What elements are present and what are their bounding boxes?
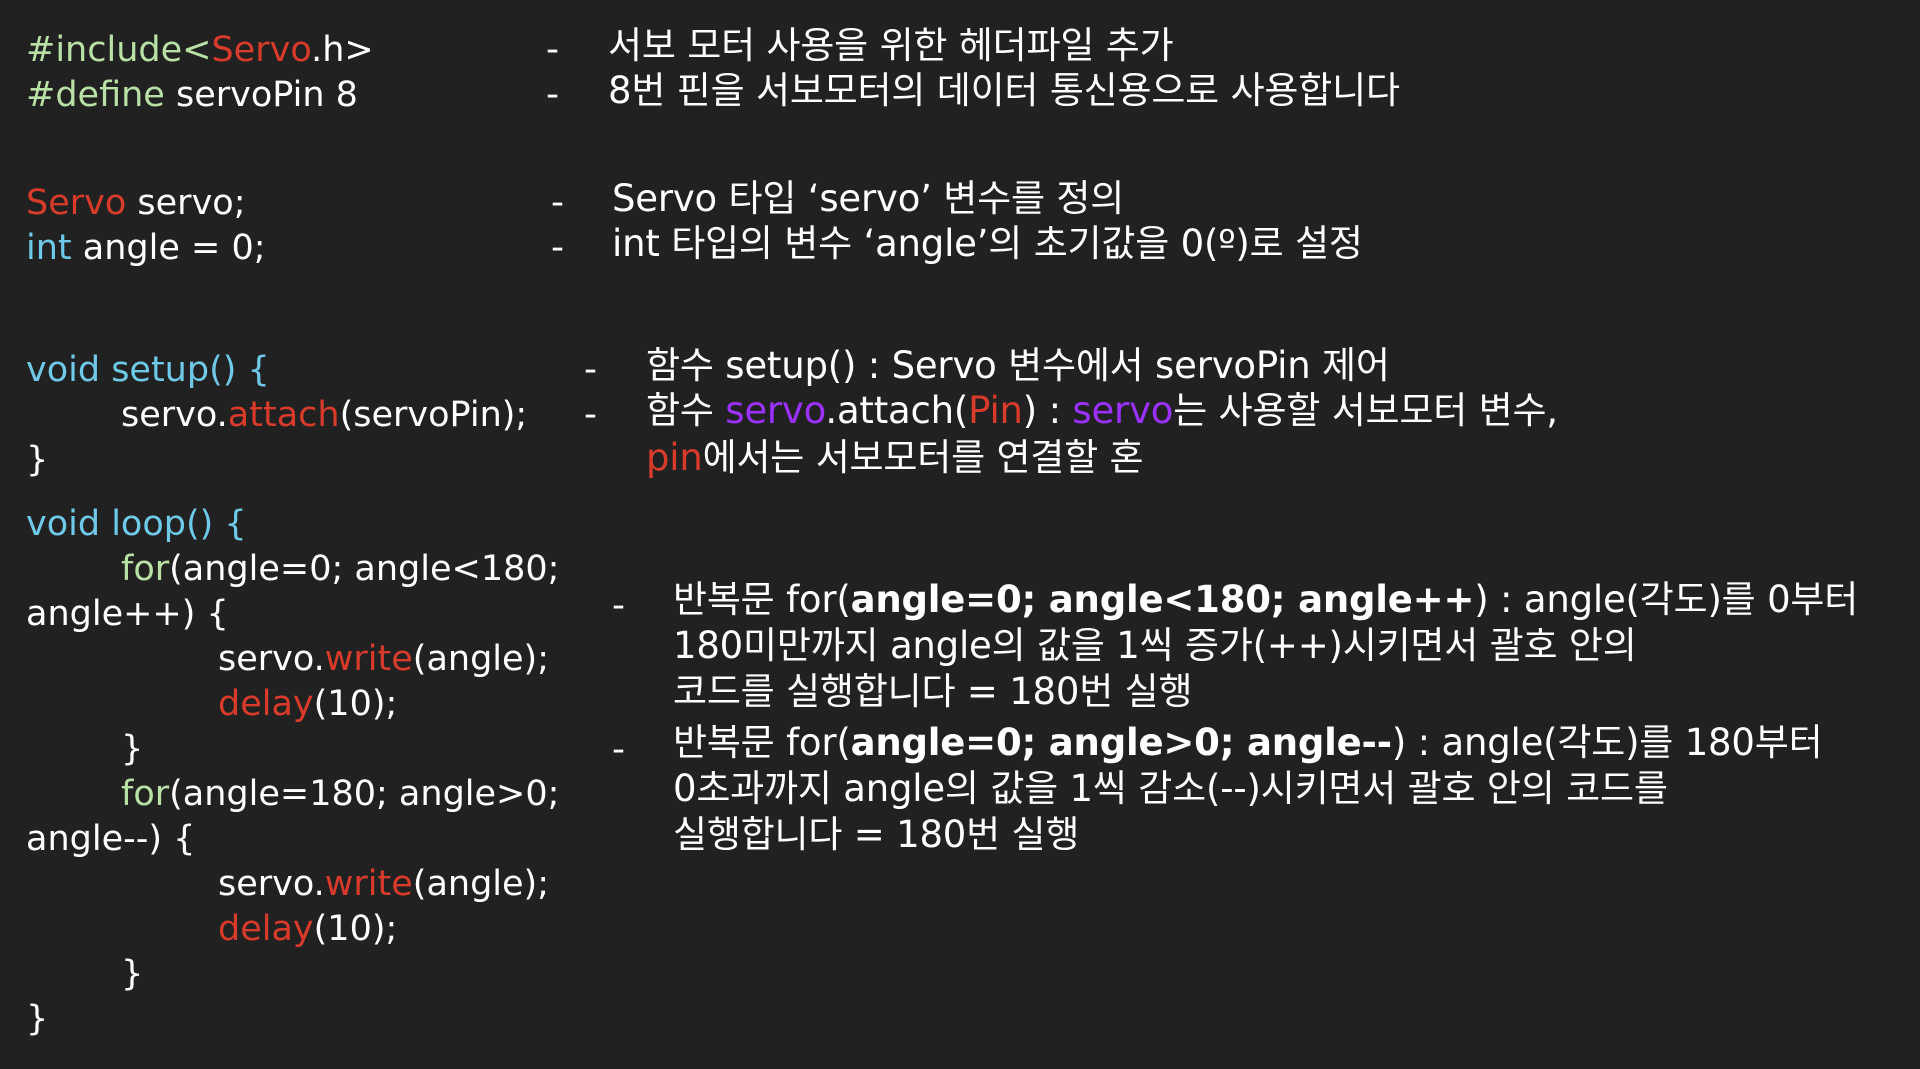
delay1-args: (10); xyxy=(313,684,398,724)
include-library: Servo xyxy=(211,30,312,70)
code-line-write1: servo.write(angle); xyxy=(218,637,549,681)
code-line-define: #define servoPin 8 xyxy=(26,73,358,117)
note-loop1-line3: 코드를 실행합니다 = 180번 실행 xyxy=(673,670,1193,714)
code-line-for1-close: } xyxy=(121,727,143,771)
note-angle: int 타입의 변수 ‘angle’의 초기값을 0(º)로 설정 xyxy=(612,222,1363,266)
note-attach-servo2: servo xyxy=(1072,389,1174,432)
note-attach-servo: servo xyxy=(725,389,826,432)
delay2-function: delay xyxy=(218,909,314,949)
note-attach-line2: pin에서는 서보모터를 연결할 혼 xyxy=(646,436,1144,480)
note-attach-e: 에서는 서보모터를 연결할 혼 xyxy=(702,436,1144,479)
note-loop2-b: angle=0; angle>0; angle-- xyxy=(850,721,1392,764)
for1-continuation: angle++) { xyxy=(26,594,229,634)
note-include: 서보 모터 사용을 위한 헤더파일 추가 xyxy=(608,24,1174,68)
note-define: 8번 핀을 서보모터의 데이터 통신용으로 사용합니다 xyxy=(608,69,1400,113)
delay1-function: delay xyxy=(218,684,314,724)
code-line-servo-decl: Servo servo; xyxy=(26,181,245,225)
code-line-loop-close: } xyxy=(26,997,48,1041)
dash-loop2: - xyxy=(612,729,625,770)
note-setup-text: 함수 setup() : Servo 변수에서 servoPin 제어 xyxy=(646,344,1390,387)
code-line-for2-cont: angle--) { xyxy=(26,817,195,861)
code-line-for1: for(angle=0; angle<180; xyxy=(121,547,559,591)
int-type: int xyxy=(26,228,72,268)
loop-signature: void loop() { xyxy=(26,504,247,544)
attach-args: (servoPin); xyxy=(339,395,528,435)
for2-continuation: angle--) { xyxy=(26,819,196,859)
note-attach-pin2: pin xyxy=(646,436,703,479)
note-loop2-line3: 실행합니다 = 180번 실행 xyxy=(673,813,1079,857)
slide: #include<Servo.h> #define servoPin 8 Ser… xyxy=(0,0,1920,1069)
code-line-setup-close: } xyxy=(26,438,48,482)
code-line-setup: void setup() { xyxy=(26,348,270,392)
write1-args: (angle); xyxy=(412,639,550,679)
note-attach-d: 는 사용할 서보모터 변수, xyxy=(1173,389,1558,432)
note-attach-a: 함수 xyxy=(646,389,726,432)
write2-object: servo. xyxy=(218,864,325,904)
setup-signature: void setup() { xyxy=(26,350,270,390)
note-loop2-a: 반복문 for( xyxy=(673,721,851,764)
code-line-for1-cont: angle++) { xyxy=(26,592,229,636)
code-line-delay1: delay(10); xyxy=(218,682,397,726)
write2-args: (angle); xyxy=(412,864,550,904)
note-define-text: 8번 핀을 서보모터의 데이터 통신용으로 사용합니다 xyxy=(608,69,1400,112)
angle-decl: angle = 0; xyxy=(71,228,266,268)
dash-servo: - xyxy=(551,182,564,223)
write2-function: write xyxy=(324,864,413,904)
note-loop2-line2: 0초과까지 angle의 값을 1씩 감소(--)시키면서 괄호 안의 코드를 xyxy=(673,767,1668,811)
note-loop1-line1: 반복문 for(angle=0; angle<180; angle++) : a… xyxy=(673,578,1858,622)
for2-condition: (angle=180; angle>0; xyxy=(169,774,560,814)
note-loop2-line1: 반복문 for(angle=0; angle>0; angle--) : ang… xyxy=(673,721,1823,765)
code-line-for2: for(angle=180; angle>0; xyxy=(121,772,559,816)
for1-close-brace: } xyxy=(121,729,144,769)
note-loop1-line3-text: 코드를 실행합니다 = 180번 실행 xyxy=(673,670,1193,713)
note-servo-text: Servo 타입 ‘servo’ 변수를 정의 xyxy=(612,177,1125,220)
note-attach-b: .attach( xyxy=(825,389,969,432)
code-line-attach: servo.attach(servoPin); xyxy=(121,393,527,437)
include-keyword: #include< xyxy=(26,30,212,70)
attach-object: servo. xyxy=(121,395,228,435)
note-loop1-a: 반복문 for( xyxy=(673,578,851,621)
code-line-angle-decl: int angle = 0; xyxy=(26,226,266,270)
note-loop2-line3-text: 실행합니다 = 180번 실행 xyxy=(673,813,1080,856)
code-line-for2-close: } xyxy=(121,952,143,996)
note-angle-text: int 타입의 변수 ‘angle’의 초기값을 0(º)로 설정 xyxy=(612,222,1363,265)
code-line-delay2: delay(10); xyxy=(218,907,397,951)
note-attach-c: ) : xyxy=(1022,389,1073,432)
dash-loop1: - xyxy=(612,585,625,626)
dash-angle: - xyxy=(551,227,564,268)
define-rest: servoPin 8 xyxy=(164,75,358,115)
define-keyword: #define xyxy=(26,75,165,115)
note-include-text: 서보 모터 사용을 위한 헤더파일 추가 xyxy=(608,24,1174,67)
note-loop1-line2: 180미만까지 angle의 값을 1씩 증가(++)시키면서 괄호 안의 xyxy=(673,624,1637,668)
code-line-write2: servo.write(angle); xyxy=(218,862,549,906)
dash-setup: - xyxy=(584,349,597,390)
note-setup: 함수 setup() : Servo 변수에서 servoPin 제어 xyxy=(646,344,1390,388)
dash-define: - xyxy=(546,74,559,115)
delay2-args: (10); xyxy=(313,909,398,949)
note-loop2-line2-text: 0초과까지 angle의 값을 1씩 감소(--)시키면서 괄호 안의 코드를 xyxy=(673,767,1668,810)
dash-include: - xyxy=(546,29,559,70)
dash-attach: - xyxy=(584,394,597,435)
note-attach: 함수 servo.attach(Pin) : servo는 사용할 서보모터 변… xyxy=(646,389,1558,433)
note-loop1-b: angle=0; angle<180; angle++ xyxy=(850,578,1475,621)
servo-type: Servo xyxy=(26,183,127,223)
note-loop1-line2-text: 180미만까지 angle의 값을 1씩 증가(++)시키면서 괄호 안의 xyxy=(673,624,1637,667)
servo-decl: servo; xyxy=(126,183,246,223)
for2-keyword: for xyxy=(121,774,170,814)
for1-condition: (angle=0; angle<180; xyxy=(169,549,560,589)
attach-function: attach xyxy=(227,395,340,435)
loop-close-brace: } xyxy=(26,999,49,1039)
code-line-include: #include<Servo.h> xyxy=(26,28,374,72)
code-line-loop: void loop() { xyxy=(26,502,247,546)
include-end: .h> xyxy=(311,30,374,70)
note-loop1-c: ) : angle(각도)를 0부터 xyxy=(1474,578,1859,621)
setup-close-brace: } xyxy=(26,440,49,480)
note-attach-pin: Pin xyxy=(968,389,1023,432)
write1-object: servo. xyxy=(218,639,325,679)
for2-close-brace: } xyxy=(121,954,144,994)
note-loop2-c: ) : angle(각도)를 180부터 xyxy=(1391,721,1823,764)
for1-keyword: for xyxy=(121,549,170,589)
write1-function: write xyxy=(324,639,413,679)
note-servo: Servo 타입 ‘servo’ 변수를 정의 xyxy=(612,177,1124,221)
